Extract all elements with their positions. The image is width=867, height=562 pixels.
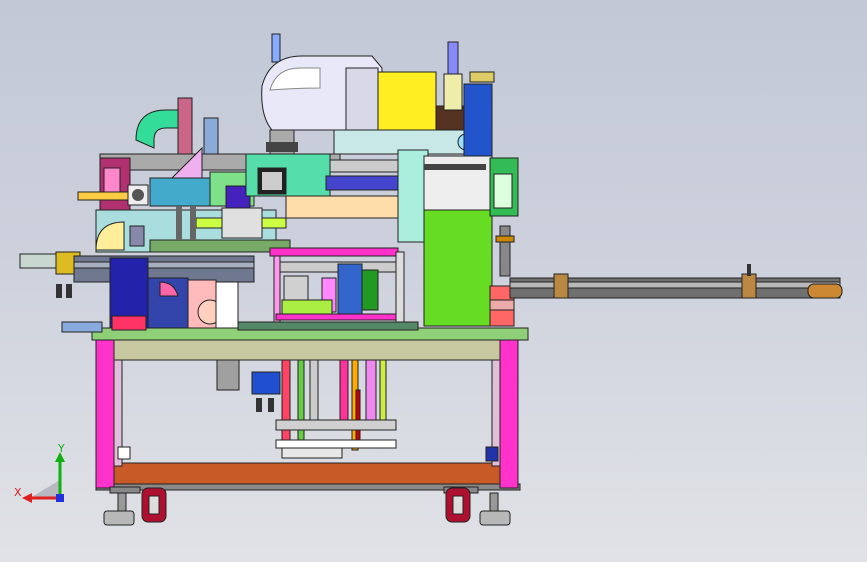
tower-cap bbox=[443, 73, 463, 111]
tower-rod bbox=[499, 225, 511, 277]
left-cable-2 bbox=[66, 284, 72, 298]
triad-x-arrow bbox=[22, 493, 32, 503]
left-gantry-door bbox=[103, 167, 121, 193]
left-gantry-shelf bbox=[77, 191, 129, 201]
tower-red-band bbox=[489, 299, 515, 311]
robot-cable-post bbox=[271, 33, 281, 63]
center-base bbox=[237, 321, 419, 331]
hose-elbow bbox=[135, 109, 179, 149]
caster-hub-right bbox=[452, 495, 464, 515]
tower-side-window bbox=[493, 173, 513, 209]
cylinder-rod-6 bbox=[365, 359, 377, 421]
frame-leg-right bbox=[499, 337, 519, 489]
cylinder-rod-4 bbox=[339, 359, 349, 421]
right-clamp-2 bbox=[741, 273, 757, 299]
center-gray-bar bbox=[329, 159, 401, 173]
robot-joint bbox=[345, 67, 379, 131]
lift-plate-lower bbox=[275, 439, 397, 449]
sensor-cable-b bbox=[268, 398, 274, 412]
robot-yellow-housing bbox=[377, 71, 437, 135]
upright-pink bbox=[177, 97, 193, 159]
left-station-clamp bbox=[221, 207, 263, 239]
lift-plate-upper bbox=[275, 419, 397, 431]
cylinder-rod-3 bbox=[309, 359, 319, 421]
left-cable-1 bbox=[56, 284, 62, 298]
cad-viewport[interactable]: Y X bbox=[0, 0, 867, 562]
frame-top-beam bbox=[113, 339, 501, 361]
rod-b bbox=[190, 206, 196, 240]
foot-mount-left bbox=[109, 486, 141, 494]
right-end-cap bbox=[807, 283, 843, 299]
left-white-plate bbox=[215, 281, 239, 329]
sensor-box bbox=[117, 446, 131, 460]
switch-box bbox=[485, 446, 499, 462]
center-box-a bbox=[283, 275, 309, 301]
foot-pad-left bbox=[103, 510, 135, 526]
robot-tool bbox=[266, 142, 298, 152]
left-conveyor bbox=[149, 239, 291, 253]
left-cable-tray bbox=[61, 321, 103, 333]
center-post-right bbox=[395, 251, 405, 329]
left-red-base bbox=[111, 315, 147, 331]
center-magenta-rail bbox=[269, 247, 399, 257]
feeder-block bbox=[149, 177, 211, 207]
sensor-cable-a bbox=[256, 398, 262, 412]
motor-under bbox=[251, 371, 281, 395]
frame-leg-left bbox=[95, 337, 115, 489]
base-rail bbox=[104, 462, 516, 486]
center-green-motor bbox=[361, 269, 379, 311]
triad-y-label: Y bbox=[57, 442, 65, 455]
coordinate-triad: Y X bbox=[14, 442, 65, 503]
center-motor bbox=[337, 263, 363, 315]
tower-blue-column bbox=[463, 83, 493, 161]
right-clamp-1 bbox=[553, 273, 569, 299]
triad-z-axis bbox=[56, 494, 64, 502]
piston-red bbox=[355, 389, 361, 449]
tower-collar bbox=[495, 235, 515, 243]
rod-a bbox=[176, 206, 182, 240]
upright-blue bbox=[203, 117, 219, 155]
tower-handwheel bbox=[469, 71, 495, 83]
right-sensor-wire bbox=[747, 264, 751, 276]
foot-pad-right bbox=[479, 510, 511, 526]
left-station-cyl bbox=[129, 225, 145, 247]
left-rail-track bbox=[73, 261, 255, 269]
tower-green-block bbox=[423, 209, 493, 327]
gear-icon bbox=[132, 189, 144, 201]
foot-screw-left bbox=[117, 492, 127, 512]
lift-bracket bbox=[281, 447, 343, 459]
triad-x-label: X bbox=[14, 486, 22, 499]
valve-block bbox=[216, 359, 240, 391]
cylinder-rod-7 bbox=[379, 359, 387, 421]
center-rail-upper bbox=[285, 195, 407, 219]
camera-lens bbox=[262, 172, 282, 190]
caster-hub-left bbox=[148, 495, 160, 515]
foot-screw-right bbox=[489, 492, 499, 512]
tower-band bbox=[424, 164, 486, 170]
center-plate-b bbox=[281, 299, 333, 315]
machine-assembly-model[interactable]: Y X bbox=[0, 0, 867, 562]
center-magenta-lower bbox=[275, 313, 397, 321]
